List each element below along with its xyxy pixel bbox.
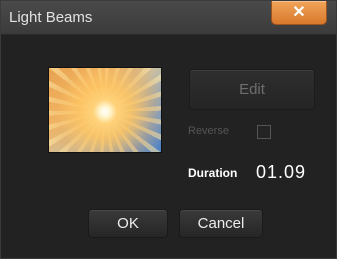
- reverse-label: Reverse: [188, 125, 229, 137]
- ok-button[interactable]: OK: [88, 209, 168, 238]
- close-button[interactable]: ✕: [271, 1, 327, 25]
- dialog-title: Light Beams: [9, 9, 93, 26]
- light-beams-thumbnail: [49, 68, 161, 152]
- cancel-button[interactable]: Cancel: [179, 209, 263, 238]
- title-bar[interactable]: Light Beams ✕: [1, 1, 336, 35]
- duration-value[interactable]: 01.09: [256, 162, 306, 183]
- reverse-checkbox[interactable]: [257, 125, 271, 139]
- edit-button[interactable]: Edit: [189, 69, 315, 110]
- close-icon: ✕: [292, 4, 306, 21]
- duration-label: Duration: [188, 166, 238, 180]
- light-beams-dialog: Light Beams ✕ Edit Reverse Duration 01.0…: [0, 0, 337, 259]
